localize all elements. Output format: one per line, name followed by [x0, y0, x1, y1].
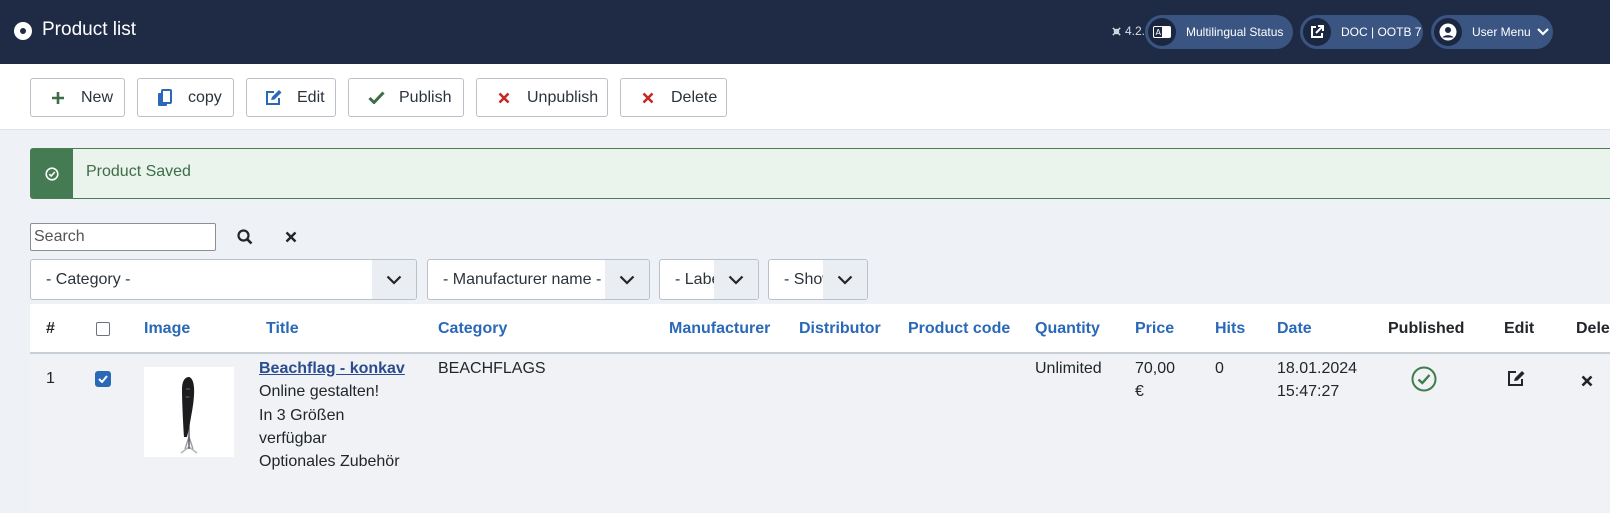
- doc-ootb-button[interactable]: DOC | OOTB 7: [1300, 15, 1423, 49]
- check-icon: [98, 375, 108, 383]
- product-title-link[interactable]: Beachflag - konkav: [259, 357, 405, 381]
- show-filter-select[interactable]: - Show -: [768, 259, 868, 300]
- user-menu-button[interactable]: User Menu: [1431, 15, 1553, 49]
- product-desc-line2: In 3 Größen: [259, 407, 345, 424]
- search-input[interactable]: [30, 223, 216, 251]
- user-circle-icon: [1434, 18, 1462, 46]
- table-body: 1 Beachflag - konkav Online gestalten! I…: [30, 355, 1610, 513]
- select-all-checkbox[interactable]: [96, 322, 110, 336]
- language-icon: A: [1148, 18, 1176, 46]
- product-category: BEACHFLAGS: [438, 360, 546, 377]
- product-quantity: Unlimited: [1035, 360, 1102, 377]
- new-button[interactable]: New: [30, 78, 125, 117]
- times-icon: [1581, 375, 1593, 387]
- page-title: Product list: [42, 19, 136, 40]
- beachflag-image: [180, 377, 198, 454]
- col-hits[interactable]: Hits: [1215, 320, 1245, 338]
- publish-label: Publish: [399, 88, 452, 106]
- close-icon: [285, 231, 297, 243]
- col-category[interactable]: Category: [438, 320, 507, 338]
- multilingual-status-button[interactable]: A Multilingual Status: [1145, 15, 1293, 49]
- chevron-down-icon: [605, 260, 649, 299]
- alert-message: Product Saved: [86, 163, 191, 180]
- col-published: Published: [1388, 320, 1465, 337]
- delete-button[interactable]: Delete: [620, 78, 727, 117]
- unpublish-button[interactable]: Unpublish: [476, 78, 608, 117]
- user-menu-label: User Menu: [1472, 25, 1531, 39]
- check-circle-icon: [1411, 366, 1437, 392]
- chevron-down-icon: [372, 260, 416, 299]
- category-filter-select[interactable]: - Category -: [30, 259, 417, 300]
- doc-ootb-label: DOC | OOTB 7: [1341, 25, 1422, 39]
- svg-text:A: A: [1156, 28, 1162, 37]
- product-desc-line4: Optionales Zubehör: [259, 453, 400, 470]
- joomla-icon: [1112, 26, 1121, 36]
- product-thumbnail[interactable]: [144, 367, 234, 457]
- copy-label: copy: [188, 88, 222, 106]
- col-quantity[interactable]: Quantity: [1035, 320, 1100, 338]
- product-desc-line1: Online gestalten!: [259, 383, 380, 400]
- manufacturer-filter-value: - Manufacturer name -: [443, 271, 602, 288]
- joomla-logo-icon: [14, 22, 32, 40]
- delete-label: Delete: [671, 88, 718, 106]
- product-hits: 0: [1215, 360, 1224, 377]
- edit-icon: [264, 88, 284, 108]
- col-price[interactable]: Price: [1135, 320, 1174, 338]
- col-date[interactable]: Date: [1277, 320, 1312, 338]
- alert-icon-panel: [31, 149, 73, 198]
- top-header: Product list 4.2.9 A Multilingual Status…: [0, 0, 1610, 64]
- table-header: # Image Title Category Manufacturer Dist…: [30, 304, 1610, 354]
- edit-icon: [1508, 371, 1525, 386]
- row-edit-button[interactable]: [1507, 369, 1527, 389]
- edit-label: Edit: [297, 88, 325, 106]
- search-button[interactable]: [235, 227, 255, 247]
- col-distributor[interactable]: Distributor: [799, 320, 881, 338]
- times-icon: [638, 88, 658, 108]
- edit-button[interactable]: Edit: [246, 78, 336, 117]
- plus-icon: [48, 88, 68, 108]
- search-icon: [237, 229, 253, 245]
- col-product-code[interactable]: Product code: [908, 320, 1010, 338]
- col-number: #: [46, 320, 55, 337]
- published-toggle[interactable]: [1411, 366, 1437, 392]
- check-circle-icon: [45, 166, 59, 181]
- col-manufacturer[interactable]: Manufacturer: [669, 320, 770, 338]
- chevron-down-icon: [714, 260, 758, 299]
- product-title[interactable]: Beachflag - konkav: [259, 360, 405, 377]
- copy-button[interactable]: copy: [137, 78, 234, 117]
- external-link-icon: [1303, 18, 1331, 46]
- toolbar: New copy Edit Publish Unpublish Delete: [0, 64, 1610, 130]
- publish-button[interactable]: Publish: [348, 78, 464, 117]
- product-time: 15:47:27: [1277, 383, 1340, 400]
- copy-icon: [155, 88, 175, 108]
- col-title[interactable]: Title: [266, 320, 299, 338]
- col-delete: Delete: [1576, 320, 1610, 337]
- col-edit: Edit: [1504, 320, 1535, 337]
- row-delete-button[interactable]: [1581, 371, 1595, 387]
- product-price-currency: €: [1135, 383, 1144, 400]
- multilingual-status-label: Multilingual Status: [1186, 25, 1284, 39]
- label-filter-select[interactable]: - Label -: [659, 259, 759, 300]
- category-filter-value: - Category -: [46, 271, 131, 288]
- clear-search-button[interactable]: [281, 227, 301, 247]
- success-alert: Product Saved: [30, 148, 1610, 199]
- product-price-amount: 70,00: [1135, 360, 1176, 377]
- new-label: New: [81, 88, 114, 106]
- chevron-down-icon: [823, 260, 867, 299]
- product-date: 18.01.2024: [1277, 360, 1358, 377]
- row-number: 1: [46, 370, 55, 387]
- check-icon: [366, 88, 386, 108]
- col-image[interactable]: Image: [144, 320, 190, 338]
- manufacturer-filter-select[interactable]: - Manufacturer name -: [427, 259, 650, 300]
- row-checkbox[interactable]: [95, 371, 111, 387]
- product-desc-line3: verfügbar: [259, 430, 327, 447]
- unpublish-label: Unpublish: [527, 88, 599, 106]
- times-icon: [494, 88, 514, 108]
- chevron-down-icon: [1536, 28, 1549, 36]
